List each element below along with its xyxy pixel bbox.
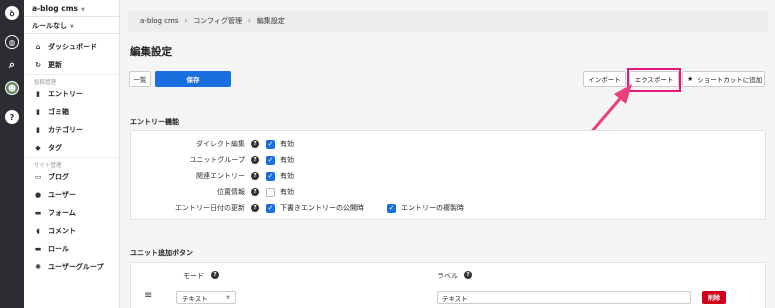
home-icon: ⌂ (35, 43, 41, 51)
feature-label: エントリー日付の更新 (175, 204, 245, 212)
feature-row: エントリー日付の更新 ? ✓ 下書きエントリーの公開時 ✓ エントリーの複製時 (175, 203, 464, 213)
document-icon: ▮ (36, 90, 40, 98)
feature-label: ダイレクト編集 (196, 140, 245, 148)
rule-switcher[interactable]: ルールなし ▼ (24, 17, 119, 34)
feature-row: 位置情報 ? 有効 (217, 187, 294, 197)
help-icon[interactable]: ? (251, 140, 259, 148)
chevron-down-icon: ▼ (70, 24, 74, 30)
label-header: ラベル (437, 272, 458, 280)
form-icon: ▬ (34, 209, 42, 217)
page-title: 編集設定 (130, 46, 172, 58)
star-icon: ★ (687, 75, 694, 83)
sidebar-item-update[interactable]: ↻ 更新 (24, 56, 119, 74)
draft-publish-checkbox[interactable]: ✓ (266, 203, 275, 213)
chevron-right-icon: › (184, 17, 188, 25)
logo-icon[interactable]: ꝺ (5, 6, 19, 20)
feature-row: ダイレクト編集 ? ✓ 有効 (196, 139, 294, 149)
chevron-right-icon: › (247, 17, 251, 25)
list-button[interactable]: 一覧 (129, 71, 151, 87)
duplicate-checkbox[interactable]: ✓ (387, 203, 396, 213)
sidebar-item-user-group[interactable]: ✺ ユーザーグループ (24, 258, 119, 276)
sidebar-item-dashboard[interactable]: ⌂ ダッシュボード (24, 38, 119, 56)
chevron-down-icon: ▼ (80, 7, 85, 13)
help-icon[interactable]: ? (251, 188, 259, 196)
trash-icon: ▮ (36, 108, 40, 116)
avatar[interactable]: ☻ (5, 81, 19, 95)
user-icon: ● (34, 191, 42, 199)
main-content: a-blog cms › コンフィグ管理 › 編集設定 編集設定 一覧 保存 イ… (120, 0, 775, 308)
unit-buttons-title: ユニット追加ボタン (130, 249, 193, 257)
help-icon[interactable]: ? (5, 110, 19, 124)
sidebar-item-trash[interactable]: ▮ ゴミ箱 (24, 103, 119, 121)
help-icon[interactable]: ? (211, 271, 219, 279)
sidebar-item-blog[interactable]: ▭ ブログ (24, 168, 119, 186)
sidebar-section-entries: 投稿管理 (24, 74, 119, 86)
entry-features-title: エントリー機能 (130, 118, 179, 126)
blog-icon: ▭ (34, 173, 42, 181)
search-icon[interactable]: ⌕ (5, 58, 19, 72)
sidebar: a-blog cms ▼ ルールなし ▼ ⌂ ダッシュボード ↻ 更新 投稿管理 ▮ エン… (24, 0, 120, 308)
help-icon[interactable]: ? (251, 172, 259, 180)
sidebar-item-user[interactable]: ● ユーザー (24, 186, 119, 204)
sidebar-item-category[interactable]: ▮ カテゴリー (24, 121, 119, 139)
save-button[interactable]: 保存 (155, 71, 231, 87)
comment-icon: ◖ (36, 227, 40, 235)
breadcrumb: a-blog cms › コンフィグ管理 › 編集設定 (128, 10, 768, 32)
feature-row: 関連エントリー ? ✓ 有効 (196, 171, 294, 181)
feature-row: ユニットグループ ? ✓ 有効 (189, 155, 294, 165)
location-checkbox[interactable] (266, 187, 275, 197)
mode-select[interactable]: テキスト ▼ (176, 291, 236, 304)
globe-icon[interactable]: ◍ (5, 35, 19, 49)
site-name: a-blog cms (32, 4, 78, 13)
feature-label: ユニットグループ (189, 156, 245, 164)
mode-header: モード (183, 272, 204, 280)
tag-icon: ◆ (35, 144, 41, 152)
feature-label: 関連エントリー (196, 172, 245, 180)
sidebar-item-role[interactable]: ▬ ロール (24, 240, 119, 258)
rule-label: ルールなし (32, 22, 67, 30)
help-icon[interactable]: ? (251, 156, 259, 164)
icon-rail: ꝺ ◍ ⌕ ☻ ? (0, 0, 24, 308)
sidebar-item-entry[interactable]: ▮ エントリー (24, 85, 119, 103)
sidebar-item-form[interactable]: ▬ フォーム (24, 204, 119, 222)
related-entry-checkbox[interactable]: ✓ (266, 171, 275, 181)
breadcrumb-config[interactable]: コンフィグ管理 (193, 16, 242, 26)
breadcrumb-current: 編集設定 (256, 17, 285, 25)
chevron-down-icon: ▼ (226, 294, 230, 301)
unit-buttons-panel: モード ? ラベル ? ≡ テキスト ▼ テキスト 削除 (130, 262, 766, 308)
help-icon[interactable]: ? (464, 271, 472, 279)
refresh-icon: ↻ (35, 61, 41, 69)
sidebar-section-site: サイト管理 (24, 157, 119, 169)
delete-button[interactable]: 削除 (702, 291, 726, 304)
folder-icon: ▮ (36, 126, 40, 134)
sidebar-item-tag[interactable]: ◆ タグ (24, 139, 119, 157)
feature-label: 位置情報 (217, 188, 245, 196)
unit-group-checkbox[interactable]: ✓ (266, 155, 275, 165)
role-icon: ▬ (34, 245, 42, 253)
group-icon: ✺ (35, 263, 41, 271)
label-input[interactable]: テキスト (437, 291, 691, 304)
breadcrumb-home[interactable]: a-blog cms (140, 17, 178, 25)
entry-features-panel: ダイレクト編集 ? ✓ 有効 ユニットグループ ? ✓ 有効 関連エントリー ?… (130, 130, 766, 220)
site-switcher[interactable]: a-blog cms ▼ (24, 0, 119, 17)
shortcut-button[interactable]: ★ ショートカットに追加 (682, 71, 765, 87)
drag-handle-icon[interactable]: ≡ (144, 290, 152, 301)
sidebar-item-comment[interactable]: ◖ コメント (24, 222, 119, 240)
direct-edit-checkbox[interactable]: ✓ (266, 139, 275, 149)
help-icon[interactable]: ? (251, 204, 259, 212)
